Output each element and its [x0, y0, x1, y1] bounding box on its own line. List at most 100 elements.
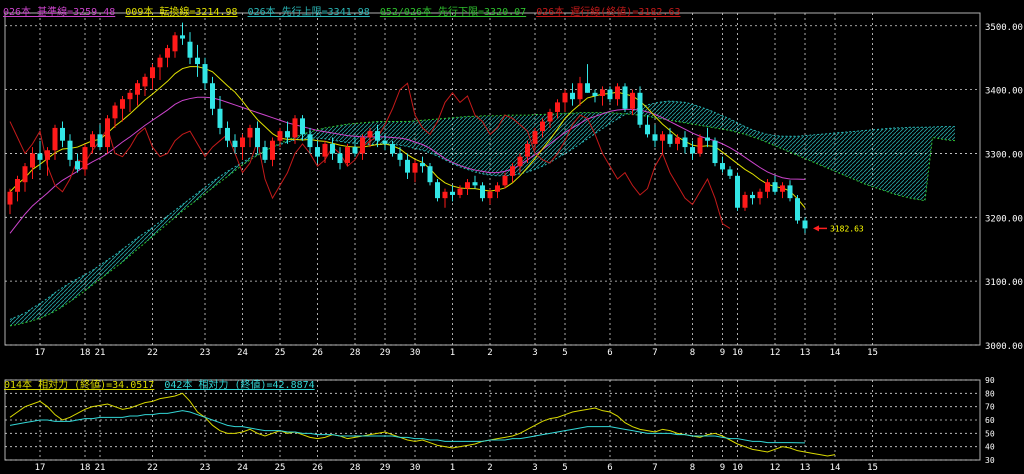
chart-canvas[interactable]: 3500.00 3400.00 3300.00 3200.00 3100.00 3000.… [0, 0, 1024, 474]
candle-body[interactable] [367, 131, 373, 138]
candle-body[interactable] [67, 140, 73, 160]
candle-body[interactable] [22, 166, 28, 183]
candle-body[interactable] [345, 147, 350, 164]
candle-body[interactable] [15, 179, 20, 192]
candle-body[interactable] [442, 191, 448, 199]
candle-body[interactable] [352, 147, 358, 154]
candle-body[interactable] [202, 64, 208, 84]
candle-body[interactable] [727, 169, 733, 176]
candle-body[interactable] [615, 86, 620, 100]
candle-body[interactable] [592, 92, 598, 96]
candle-body[interactable] [142, 76, 148, 87]
candle-body[interactable] [97, 134, 103, 148]
candle-body[interactable] [375, 131, 380, 141]
candle-body[interactable] [600, 89, 605, 96]
candle-body[interactable] [757, 191, 763, 199]
candle-body[interactable] [712, 140, 718, 164]
candle-body[interactable] [525, 143, 530, 157]
candle-body[interactable] [795, 198, 800, 221]
candle-body[interactable] [330, 143, 335, 154]
candle-body[interactable] [457, 188, 463, 195]
candle-body[interactable] [135, 83, 140, 95]
candle-body[interactable] [735, 175, 740, 208]
candle-body[interactable] [217, 108, 223, 128]
candle-body[interactable] [585, 83, 590, 93]
legend-kijun[interactable]: 026本 基準線=3259.48 [3, 7, 115, 18]
candle-body[interactable] [480, 185, 485, 199]
candle-body[interactable] [472, 182, 478, 186]
candle-body[interactable] [487, 191, 493, 199]
candle-body[interactable] [292, 118, 298, 138]
candle-body[interactable] [120, 99, 125, 109]
candle-body[interactable] [52, 127, 58, 151]
candle-body[interactable] [270, 140, 275, 160]
candle-body[interactable] [660, 134, 665, 141]
candle-body[interactable] [562, 92, 568, 103]
candle-body[interactable] [502, 175, 508, 186]
candle-body[interactable] [510, 166, 515, 176]
candle-body[interactable] [772, 182, 778, 192]
candle-body[interactable] [150, 67, 155, 79]
candle-body[interactable] [450, 191, 455, 195]
candle-body[interactable] [652, 134, 658, 141]
candle-body[interactable] [405, 159, 410, 173]
candle-body[interactable] [390, 143, 395, 154]
candle-body[interactable] [157, 57, 163, 68]
candle-body[interactable] [112, 105, 118, 119]
candle-body[interactable] [127, 92, 133, 100]
candle-body[interactable] [277, 131, 283, 141]
candle-body[interactable] [555, 102, 560, 112]
candle-body[interactable] [225, 127, 230, 141]
candle-body[interactable] [607, 89, 613, 100]
candle-body[interactable] [285, 131, 290, 138]
candle-body[interactable] [682, 137, 688, 148]
candle-body[interactable] [645, 124, 650, 135]
candle-body[interactable] [382, 140, 388, 144]
candle-body[interactable] [397, 153, 403, 160]
candle-body[interactable] [247, 127, 253, 138]
candle-body[interactable] [577, 83, 583, 100]
candle-body[interactable] [195, 57, 200, 65]
candle-body[interactable] [630, 92, 635, 109]
candle-body[interactable] [232, 140, 238, 148]
candle-body[interactable] [180, 35, 185, 39]
candle-body[interactable] [7, 191, 13, 205]
candle-body[interactable] [420, 163, 425, 167]
candle-body[interactable] [780, 185, 785, 192]
legend-senkou-a[interactable]: 026本 先行上限=3341.98 [248, 7, 370, 18]
candle-body[interactable] [690, 147, 695, 154]
candle-body[interactable] [547, 111, 553, 122]
candle-body[interactable] [75, 161, 80, 170]
candle-body[interactable] [540, 121, 545, 132]
candle-body[interactable] [412, 163, 418, 173]
candle-body[interactable] [622, 86, 628, 109]
legend-senkou-b[interactable]: 052/026本 先行下限=3320.07 [380, 7, 526, 18]
candle-body[interactable] [667, 134, 673, 144]
candle-body[interactable] [172, 35, 178, 52]
candle-body[interactable] [300, 118, 305, 135]
candle-body[interactable] [165, 48, 170, 58]
candle-body[interactable] [337, 153, 343, 164]
legend-rsi-short[interactable]: 014本 相対力 (終値)=34.0517 [4, 380, 154, 391]
legend-chikou[interactable]: 026本 遅行線(終値)=3182.63 [536, 7, 680, 18]
candle-body[interactable] [240, 137, 245, 148]
candle-body[interactable] [570, 92, 575, 100]
candle-body[interactable] [427, 166, 433, 183]
candle-body[interactable] [787, 185, 793, 199]
candle-body[interactable] [45, 150, 50, 160]
candle-body[interactable] [637, 92, 643, 125]
candle-body[interactable] [675, 137, 680, 144]
legend-tenkan[interactable]: 009本 転換線=3214.98 [125, 7, 237, 18]
candle-body[interactable] [315, 147, 320, 157]
candle-body[interactable] [262, 147, 268, 160]
candle-body[interactable] [105, 118, 110, 148]
candle-body[interactable] [322, 143, 328, 157]
candle-body[interactable] [210, 83, 215, 109]
candle-body[interactable] [255, 127, 260, 148]
candle-body[interactable] [802, 220, 808, 229]
legend-rsi-long[interactable]: 042本 相対力 (終値)=42.8874 [164, 380, 314, 391]
candle-body[interactable] [742, 194, 748, 208]
candle-body[interactable] [532, 131, 538, 144]
candle-body[interactable] [495, 185, 500, 192]
candle-body[interactable] [360, 137, 365, 154]
